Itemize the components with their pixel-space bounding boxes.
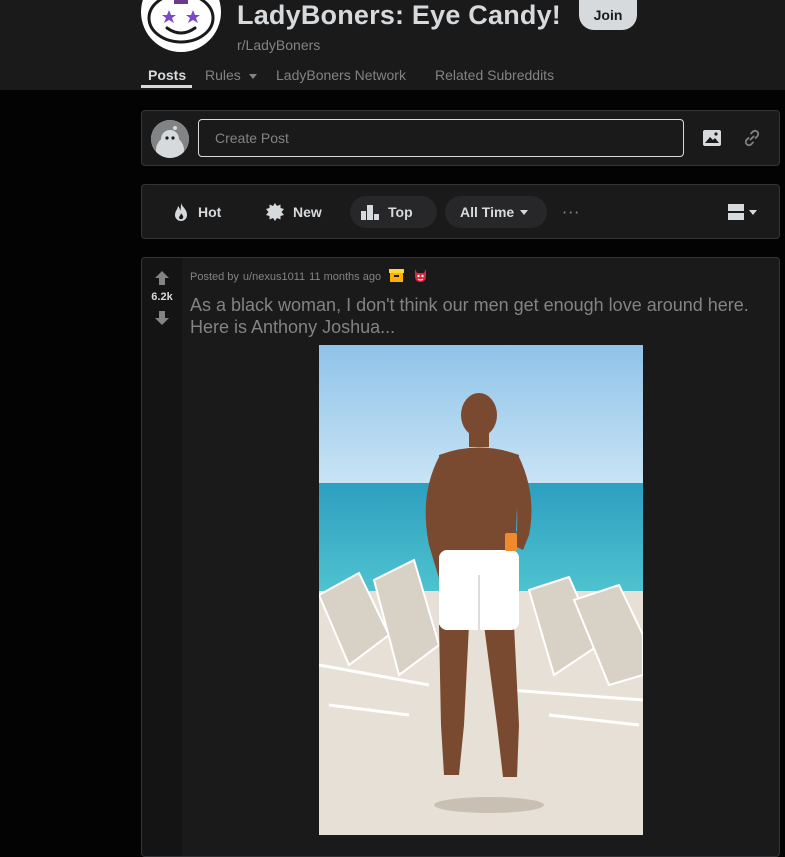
chevron-down-icon	[749, 209, 757, 215]
sort-bar: Hot New Top All Time ···	[141, 184, 780, 239]
subreddit-title: LadyBoners: Eye Candy!	[237, 0, 561, 30]
time-range-label: All Time	[460, 204, 515, 220]
sort-hot-label: Hot	[198, 204, 222, 220]
tab-rules-label: Rules	[205, 67, 241, 83]
create-post-bar	[141, 110, 780, 166]
link-icon	[744, 129, 760, 147]
image-upload-button[interactable]	[692, 118, 732, 158]
subreddit-header: LadyBoners: Eye Candy! Join r/LadyBoners…	[0, 0, 785, 90]
sort-new-label: New	[293, 204, 322, 220]
subreddit-name: r/LadyBoners	[237, 37, 321, 53]
tab-related-subreddits[interactable]: Related Subreddits	[435, 67, 554, 83]
tab-ladyboners-network[interactable]: LadyBoners Network	[276, 67, 406, 83]
more-options-button[interactable]: ···	[562, 203, 580, 222]
vote-column: 6.2k	[142, 258, 182, 856]
sort-new-button[interactable]: New	[255, 196, 332, 228]
active-tab-indicator	[141, 85, 192, 88]
post-card[interactable]: 6.2k Posted by u/nexus1011 11 months ago…	[141, 257, 780, 857]
join-button[interactable]: Join	[579, 0, 637, 30]
image-icon	[703, 130, 721, 146]
sort-top-label: Top	[388, 204, 413, 220]
sort-hot-button[interactable]: Hot	[162, 196, 231, 228]
post-image[interactable]	[319, 345, 643, 835]
flame-icon	[175, 203, 187, 221]
post-timestamp[interactable]: 11 months ago	[309, 271, 381, 283]
view-layout-dropdown[interactable]	[727, 203, 757, 221]
tab-rules[interactable]: Rules	[205, 67, 257, 83]
downvote-arrow-icon[interactable]	[154, 310, 170, 326]
podium-icon	[361, 205, 379, 220]
upvote-arrow-icon[interactable]	[154, 270, 170, 286]
chevron-down-icon	[520, 209, 529, 215]
post-title[interactable]: As a black woman, I don't think our men …	[190, 294, 775, 338]
posted-by-label: Posted by	[190, 271, 239, 283]
post-meta: Posted by u/nexus1011 11 months ago	[190, 268, 428, 286]
link-post-button[interactable]	[732, 118, 772, 158]
subreddit-icon[interactable]	[141, 0, 221, 52]
time-range-dropdown[interactable]: All Time	[445, 196, 547, 228]
vote-score: 6.2k	[151, 291, 173, 303]
post-author-link[interactable]: u/nexus1011	[243, 271, 305, 283]
create-post-input[interactable]	[198, 119, 684, 157]
sparkle-badge-icon	[266, 203, 284, 221]
tab-posts[interactable]: Posts	[148, 67, 186, 83]
card-layout-icon	[728, 204, 744, 220]
archive-box-award-icon[interactable]	[389, 268, 405, 286]
sort-top-button[interactable]: Top	[350, 196, 437, 228]
chevron-down-icon	[248, 73, 257, 79]
red-devil-award-icon[interactable]	[413, 268, 428, 286]
user-avatar[interactable]	[151, 120, 189, 158]
